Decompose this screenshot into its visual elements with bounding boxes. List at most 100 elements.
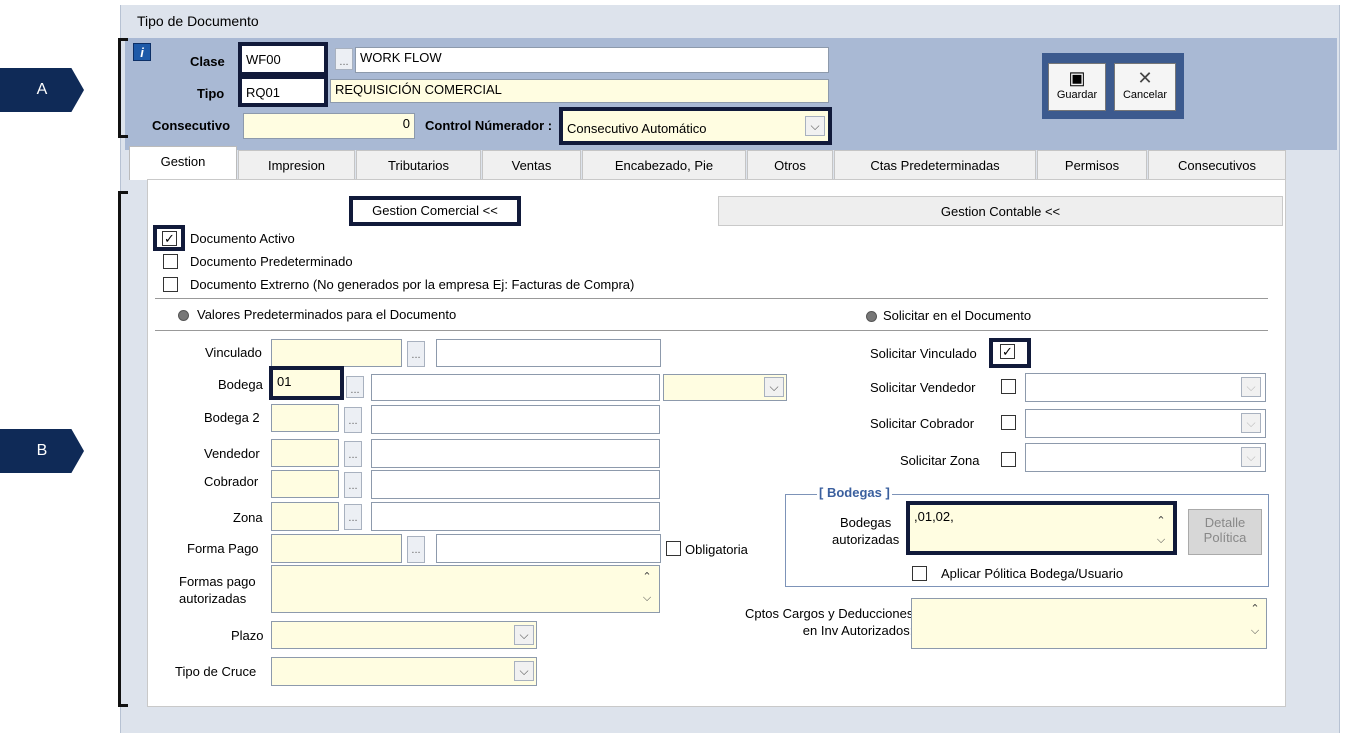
bodega-code-field[interactable]: 01 bbox=[269, 366, 344, 400]
solicitar-zona-select[interactable] bbox=[1025, 443, 1266, 472]
zona-description-field[interactable] bbox=[371, 502, 660, 531]
bodega-description-field[interactable] bbox=[371, 374, 660, 401]
zona-code-field[interactable] bbox=[271, 502, 339, 531]
formas-pago-autorizadas-field[interactable] bbox=[271, 565, 660, 613]
bodegas-group-title: [ Bodegas ] bbox=[817, 485, 892, 500]
info-icon[interactable]: i bbox=[133, 43, 151, 61]
bodega-label: Bodega bbox=[218, 377, 263, 392]
cobrador-code-field[interactable] bbox=[271, 470, 339, 498]
cobrador-description-field[interactable] bbox=[371, 470, 660, 499]
tipo-description-field[interactable]: REQUISICIÓN COMERCIAL bbox=[330, 79, 829, 103]
clase-code-field[interactable]: WF00 bbox=[238, 42, 328, 76]
formas-pago-autorizadas-label: Formas pago autorizadas bbox=[179, 574, 256, 606]
documento-predeterminado-label: Documento Predeterminado bbox=[190, 254, 353, 269]
cptos-scroll-up-icon[interactable]: ⌃ bbox=[1246, 602, 1264, 615]
tipo-label: Tipo bbox=[197, 86, 225, 101]
solicitar-vinculado-checkbox[interactable]: ✓ bbox=[1000, 344, 1015, 359]
solicitar-section-label: Solicitar en el Documento bbox=[883, 308, 1032, 323]
zona-lookup-button[interactable]: ... bbox=[344, 504, 362, 530]
cobrador-lookup-button[interactable]: ... bbox=[344, 472, 362, 498]
vendedor-code-field[interactable] bbox=[271, 439, 339, 467]
vinculado-description-field[interactable] bbox=[436, 339, 661, 367]
bodega2-description-field[interactable] bbox=[371, 405, 660, 434]
formas-pago-scroll-up-icon[interactable]: ⌃ bbox=[638, 570, 656, 583]
tab-otros[interactable]: Otros bbox=[747, 150, 833, 180]
solicitar-vendedor-checkbox[interactable] bbox=[1001, 379, 1016, 394]
clase-description-field[interactable]: WORK FLOW bbox=[355, 47, 829, 73]
solicitar-cobrador-label: Solicitar Cobrador bbox=[870, 416, 975, 431]
solicitar-cobrador-checkbox[interactable] bbox=[1001, 415, 1016, 430]
tab-ctas-predeterminadas[interactable]: Ctas Predeterminadas bbox=[834, 150, 1036, 180]
subtab-gestion-comercial[interactable]: Gestion Comercial << bbox=[349, 196, 521, 226]
floppy-icon: ▣ bbox=[1068, 68, 1086, 88]
save-label: Guardar bbox=[1056, 89, 1098, 101]
tab-ventas[interactable]: Ventas bbox=[482, 150, 581, 180]
cptos-scroll-down-icon[interactable]: ⌵ bbox=[1246, 625, 1264, 638]
formas-pago-scroll-down-icon[interactable]: ⌵ bbox=[638, 592, 656, 605]
solicitar-vendedor-chevron-down-icon[interactable]: ⌵ bbox=[1241, 377, 1261, 397]
save-button[interactable]: ▣ Guardar bbox=[1048, 63, 1106, 111]
control-numerador-chevron-down-icon[interactable]: ⌵ bbox=[805, 116, 825, 136]
control-numerador-select[interactable]: Consecutivo Automático bbox=[559, 107, 832, 145]
cancel-button[interactable]: ✕ Cancelar bbox=[1114, 63, 1176, 111]
obligatoria-label: Obligatoria bbox=[685, 542, 748, 557]
callout-b-label: B bbox=[36, 442, 48, 459]
tab-consecutivos[interactable]: Consecutivos bbox=[1148, 150, 1286, 180]
tab-tributarios[interactable]: Tributarios bbox=[356, 150, 481, 180]
tab-encabezado-pie[interactable]: Encabezado, Pie bbox=[582, 150, 746, 180]
callout-b: B bbox=[0, 429, 84, 473]
bodega-lookup-button[interactable]: ... bbox=[346, 376, 364, 398]
valores-section-label: Valores Predeterminados para el Document… bbox=[197, 307, 457, 322]
control-numerador-value: Consecutivo Automático bbox=[567, 121, 707, 136]
bodega2-lookup-button[interactable]: ... bbox=[344, 407, 362, 433]
tipo-cruce-label: Tipo de Cruce bbox=[175, 664, 257, 679]
bodega2-code-field[interactable] bbox=[271, 404, 339, 432]
documento-externo-checkbox[interactable] bbox=[163, 277, 178, 292]
plazo-label: Plazo bbox=[231, 628, 264, 643]
documento-predeterminado-checkbox[interactable] bbox=[163, 254, 178, 269]
valores-radio-icon bbox=[178, 310, 189, 321]
cobrador-label: Cobrador bbox=[204, 474, 259, 489]
solicitar-cobrador-select[interactable] bbox=[1025, 409, 1266, 438]
bracket-b bbox=[118, 191, 128, 707]
forma-pago-description-field[interactable] bbox=[436, 534, 661, 563]
documento-activo-label: Documento Activo bbox=[190, 231, 295, 246]
tipo-cruce-select[interactable] bbox=[271, 657, 537, 686]
plazo-select[interactable] bbox=[271, 621, 537, 649]
bodegas-scroll-up-icon[interactable]: ⌃ bbox=[1152, 514, 1170, 527]
solicitar-cobrador-chevron-down-icon[interactable]: ⌵ bbox=[1241, 413, 1261, 433]
bodegas-scroll-down-icon[interactable]: ⌵ bbox=[1152, 534, 1170, 547]
forma-pago-code-field[interactable] bbox=[271, 534, 402, 563]
tab-permisos[interactable]: Permisos bbox=[1037, 150, 1147, 180]
plazo-chevron-down-icon[interactable]: ⌵ bbox=[514, 625, 534, 645]
vendedor-lookup-button[interactable]: ... bbox=[344, 441, 362, 467]
documento-activo-checkbox[interactable]: ✓ bbox=[162, 231, 177, 246]
divider bbox=[155, 298, 1268, 299]
aplicar-politica-checkbox[interactable] bbox=[912, 566, 927, 581]
solicitar-radio-icon bbox=[866, 311, 877, 322]
bodega-chevron-down-icon[interactable]: ⌵ bbox=[764, 377, 784, 397]
vinculado-code-field[interactable] bbox=[271, 339, 402, 367]
vendedor-description-field[interactable] bbox=[371, 439, 660, 468]
subtab-gestion-contable[interactable]: Gestion Contable << bbox=[718, 196, 1283, 226]
consecutivo-field[interactable]: 0 bbox=[243, 113, 415, 139]
forma-pago-label: Forma Pago bbox=[187, 541, 259, 556]
vinculado-lookup-button[interactable]: ... bbox=[407, 341, 425, 367]
tab-impresion[interactable]: Impresion bbox=[238, 150, 355, 180]
clase-label: Clase bbox=[190, 54, 225, 69]
tab-gestion[interactable]: Gestion bbox=[129, 146, 237, 180]
detalle-politica-button[interactable]: Detalle Política bbox=[1188, 509, 1262, 555]
clase-lookup-button[interactable]: ... bbox=[335, 48, 353, 70]
bodegas-autorizadas-label: Bodegas autorizadas bbox=[832, 515, 900, 547]
forma-pago-lookup-button[interactable]: ... bbox=[407, 536, 425, 563]
solicitar-vendedor-select[interactable] bbox=[1025, 373, 1266, 402]
solicitar-zona-chevron-down-icon[interactable]: ⌵ bbox=[1241, 447, 1261, 467]
callout-a: A bbox=[0, 68, 84, 112]
consecutivo-label: Consecutivo bbox=[152, 118, 231, 133]
solicitar-zona-checkbox[interactable] bbox=[1001, 452, 1016, 467]
tipo-cruce-chevron-down-icon[interactable]: ⌵ bbox=[514, 661, 534, 681]
obligatoria-checkbox[interactable] bbox=[666, 541, 681, 556]
tipo-code-field[interactable]: RQ01 bbox=[238, 75, 328, 107]
bodegas-autorizadas-field[interactable]: ,01,02, bbox=[906, 501, 1177, 555]
cptos-field[interactable] bbox=[911, 598, 1267, 649]
